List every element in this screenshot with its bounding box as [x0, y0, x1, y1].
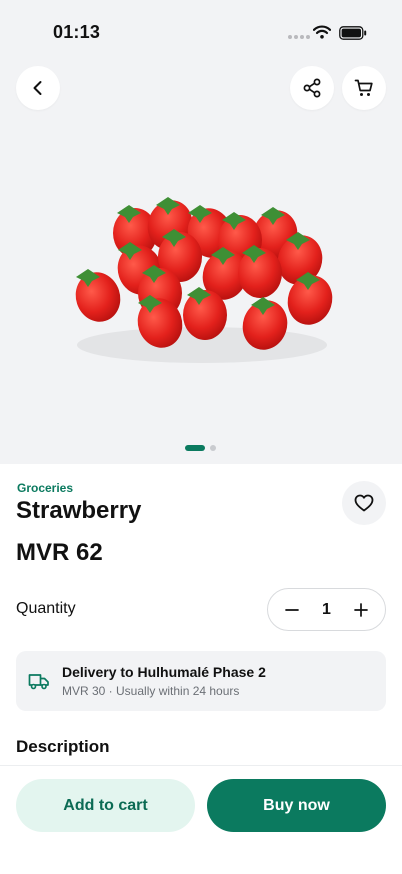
buy-now-button[interactable]: Buy now — [207, 779, 386, 832]
pagination-dot[interactable] — [210, 445, 216, 451]
status-bar: 01:13 — [0, 0, 402, 64]
gallery-pagination — [185, 445, 216, 451]
delivery-title: Delivery to Hulhumalé Phase 2 — [62, 664, 266, 680]
wifi-icon — [313, 25, 331, 39]
bottom-action-bar: Add to cart Buy now — [0, 765, 402, 874]
cart-icon — [354, 79, 373, 96]
delivery-card[interactable]: Delivery to Hulhumalé Phase 2 MVR 30 · U… — [16, 651, 386, 711]
product-price: MVR 62 — [16, 539, 103, 566]
description-heading: Description — [16, 737, 110, 756]
increment-button[interactable] — [351, 600, 371, 620]
product-image — [75, 197, 333, 363]
product-gallery[interactable] — [0, 0, 402, 464]
signal-icon — [288, 35, 310, 39]
quantity-value: 1 — [322, 600, 331, 618]
share-icon — [303, 78, 321, 98]
back-button[interactable] — [16, 66, 60, 110]
minus-icon — [285, 608, 299, 611]
favorite-button[interactable] — [342, 481, 386, 525]
product-category[interactable]: Groceries — [17, 481, 73, 495]
quantity-label: Quantity — [16, 600, 76, 617]
decrement-button[interactable] — [282, 600, 302, 620]
quantity-stepper: 1 — [267, 588, 386, 631]
share-button[interactable] — [290, 66, 334, 110]
status-time: 01:13 — [53, 22, 101, 42]
strawberry-shape — [75, 272, 121, 322]
delivery-subtitle: MVR 30 · Usually within 24 hours — [62, 684, 240, 698]
battery-icon — [339, 26, 367, 40]
cart-button[interactable] — [342, 66, 386, 110]
truck-icon — [28, 674, 49, 690]
pagination-dot-active[interactable] — [185, 445, 205, 451]
product-name: Strawberry — [16, 497, 142, 524]
add-to-cart-button[interactable]: Add to cart — [16, 779, 195, 832]
plus-icon — [354, 602, 368, 617]
heart-icon — [354, 494, 374, 512]
chevron-left-icon — [33, 81, 42, 95]
